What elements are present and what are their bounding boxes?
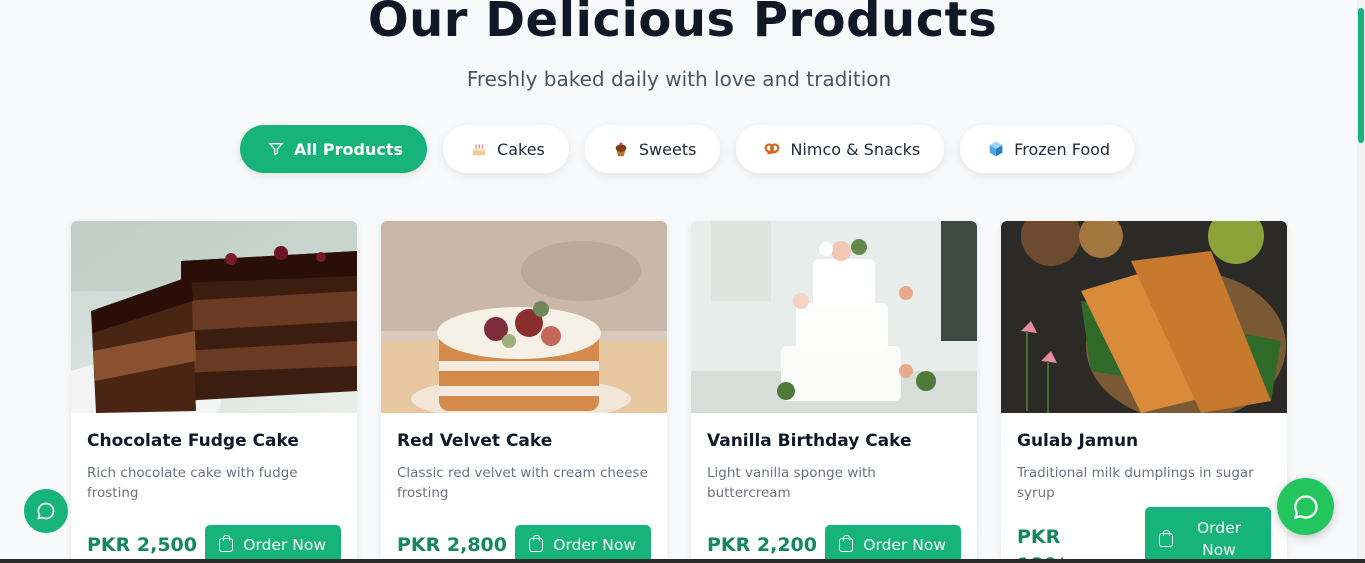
- product-card: Chocolate Fudge Cake Rich chocolate cake…: [71, 221, 357, 563]
- filter-sweets[interactable]: Sweets: [584, 125, 721, 173]
- product-description: Traditional milk dumplings in sugar syru…: [1017, 465, 1254, 501]
- chat-button[interactable]: [24, 489, 68, 533]
- product-price: PKR 2,500: [87, 534, 197, 556]
- product-image-red-velvet-cake: [381, 221, 667, 413]
- page-title: Our Delicious Products: [367, 0, 998, 48]
- order-now-label: Order Now: [1196, 519, 1242, 559]
- filter-label: Sweets: [638, 139, 697, 159]
- filter-cakes[interactable]: Cakes: [443, 125, 569, 173]
- product-price: PKR 2,200: [707, 534, 817, 556]
- chat-bubble-icon: [37, 502, 55, 520]
- filter-label: Frozen Food: [1014, 139, 1111, 159]
- bottom-edge: [0, 559, 1365, 563]
- product-price: PKR 2,800: [397, 534, 507, 556]
- whatsapp-icon: [1293, 494, 1318, 519]
- order-now-label: Order Now: [243, 536, 326, 554]
- shopping-bag-icon: [839, 535, 854, 552]
- ice-cube-icon: [986, 139, 1006, 159]
- order-now-button[interactable]: Order Now: [205, 525, 341, 563]
- scrollbar-thumb[interactable]: [1358, 8, 1364, 143]
- shopping-bag-icon: [219, 535, 234, 552]
- product-price: PKR 180/-: [1017, 526, 1072, 563]
- pretzel-icon: [762, 139, 782, 159]
- product-card: Red Velvet Cake Classic red velvet with …: [381, 221, 667, 563]
- product-image-chocolate-fudge-cake: [71, 221, 357, 413]
- product-description: Classic red velvet with cream cheese fro…: [397, 465, 648, 501]
- filter-frozen-food[interactable]: Frozen Food: [960, 125, 1135, 173]
- filter-all-products[interactable]: All Products: [240, 125, 428, 173]
- order-now-label: Order Now: [553, 536, 636, 554]
- product-image-gulab-jamun: [1001, 221, 1287, 413]
- product-image-vanilla-birthday-cake: [691, 221, 977, 413]
- category-filter-bar: All Products Cakes Sweets Nimco & Snacks…: [240, 125, 1135, 173]
- order-now-button[interactable]: Order Now: [515, 525, 651, 563]
- whatsapp-button[interactable]: [1277, 478, 1334, 535]
- shopping-bag-icon: [1159, 530, 1173, 547]
- product-description: Rich chocolate cake with fudge frosting: [87, 465, 298, 501]
- product-name: Vanilla Birthday Cake: [707, 431, 912, 451]
- filter-label: Cakes: [497, 139, 545, 159]
- cake-icon: [469, 139, 489, 159]
- order-now-button[interactable]: Order Now: [825, 525, 961, 563]
- filter-label: All Products: [294, 139, 404, 159]
- filter-icon: [266, 139, 286, 159]
- shopping-bag-icon: [529, 535, 544, 552]
- product-name: Red Velvet Cake: [397, 431, 553, 451]
- product-name: Chocolate Fudge Cake: [87, 431, 299, 451]
- page-subtitle: Freshly baked daily with love and tradit…: [466, 67, 892, 91]
- product-description: Light vanilla sponge with buttercream: [707, 465, 876, 501]
- filter-nimco-snacks[interactable]: Nimco & Snacks: [736, 125, 945, 173]
- product-card: Gulab Jamun Traditional milk dumplings i…: [1001, 221, 1287, 563]
- product-name: Gulab Jamun: [1017, 431, 1139, 451]
- cupcake-icon: [611, 139, 631, 159]
- order-now-label: Order Now: [863, 536, 946, 554]
- order-now-button[interactable]: Order Now: [1145, 507, 1271, 563]
- filter-label: Nimco & Snacks: [790, 139, 921, 159]
- product-card: Vanilla Birthday Cake Light vanilla spon…: [691, 221, 977, 563]
